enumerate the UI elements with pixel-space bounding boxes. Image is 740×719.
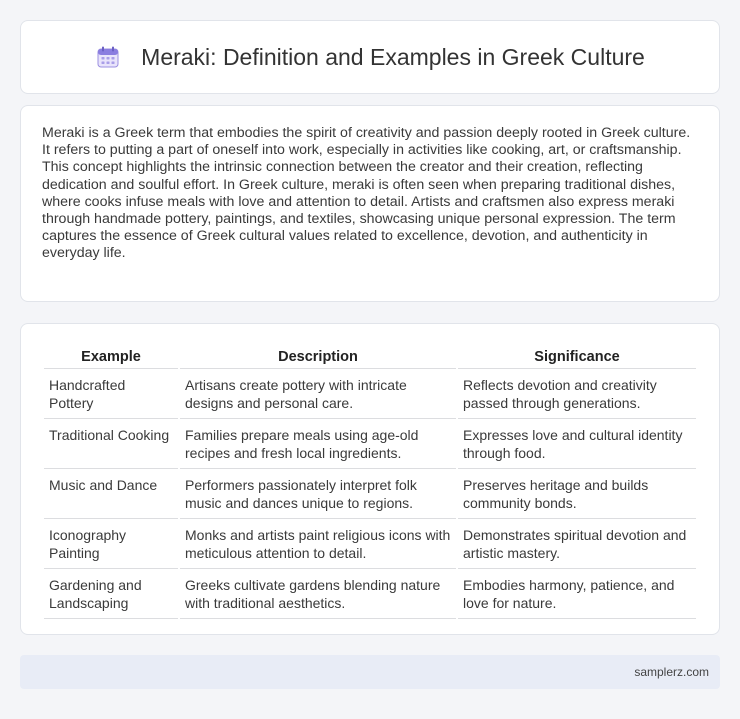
cell-example: Iconography Painting xyxy=(44,519,178,569)
header-example: Example xyxy=(44,343,178,369)
table-row: Gardening and Landscaping Greeks cultiva… xyxy=(44,569,696,619)
cell-significance: Expresses love and cultural identity thr… xyxy=(458,419,696,469)
table-row: Traditional Cooking Families prepare mea… xyxy=(44,419,696,469)
intro-card: Meraki is a Greek term that embodies the… xyxy=(20,105,720,302)
cell-example: Handcrafted Pottery xyxy=(44,369,178,419)
cell-description: Performers passionately interpret folk m… xyxy=(180,469,456,519)
cell-significance: Preserves heritage and builds community … xyxy=(458,469,696,519)
cell-example: Gardening and Landscaping xyxy=(44,569,178,619)
table-row: Music and Dance Performers passionately … xyxy=(44,469,696,519)
footer: samplerz.com xyxy=(20,655,720,689)
cell-significance: Embodies harmony, patience, and love for… xyxy=(458,569,696,619)
footer-site-link[interactable]: samplerz.com xyxy=(634,665,709,679)
cell-description: Families prepare meals using age-old rec… xyxy=(180,419,456,469)
table-header-row: Example Description Significance xyxy=(44,343,696,369)
header-significance: Significance xyxy=(458,343,696,369)
cell-significance: Reflects devotion and creativity passed … xyxy=(458,369,696,419)
header-description: Description xyxy=(180,343,456,369)
calendar-icon xyxy=(95,44,121,70)
cell-significance: Demonstrates spiritual devotion and arti… xyxy=(458,519,696,569)
cell-example: Traditional Cooking xyxy=(44,419,178,469)
cell-description: Greeks cultivate gardens blending nature… xyxy=(180,569,456,619)
page-title: Meraki: Definition and Examples in Greek… xyxy=(141,43,645,70)
cell-description: Artisans create pottery with intricate d… xyxy=(180,369,456,419)
table-card: Example Description Significance Handcra… xyxy=(20,323,720,635)
cell-example: Music and Dance xyxy=(44,469,178,519)
title-card: Meraki: Definition and Examples in Greek… xyxy=(20,20,720,94)
intro-paragraph: Meraki is a Greek term that embodies the… xyxy=(42,125,691,262)
cell-description: Monks and artists paint religious icons … xyxy=(180,519,456,569)
examples-table: Example Description Significance Handcra… xyxy=(42,343,698,619)
table-row: Handcrafted Pottery Artisans create pott… xyxy=(44,369,696,419)
table-row: Iconography Painting Monks and artists p… xyxy=(44,519,696,569)
